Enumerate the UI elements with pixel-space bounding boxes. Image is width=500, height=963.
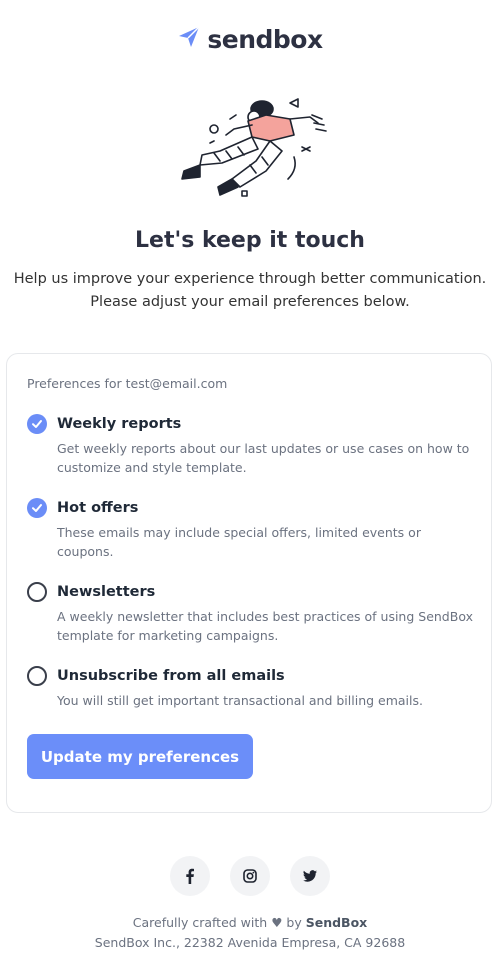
- option-desc-line: coupons.: [57, 544, 114, 559]
- heart-icon: ♥: [271, 915, 283, 930]
- page-title: Let's keep it touch: [135, 228, 365, 253]
- twitter-icon[interactable]: [290, 856, 330, 896]
- option-unsubscribe-all[interactable]: Unsubscribe from all emails You will sti…: [27, 665, 477, 710]
- preferences-label: Preferences for test@email.com: [27, 376, 228, 391]
- hero-illustration: [170, 95, 330, 205]
- preferences-card: Preferences for test@email.com Weekly re…: [6, 353, 492, 813]
- option-description: Get weekly reports about our last update…: [57, 439, 477, 477]
- option-weekly-reports[interactable]: Weekly reports Get weekly reports about …: [27, 413, 477, 477]
- option-desc-line: Get weekly reports about our last update…: [57, 441, 470, 456]
- intro-line: Please adjust your email preferences bel…: [90, 294, 410, 310]
- footer-credit-text: Carefully crafted with: [132, 915, 268, 930]
- instagram-icon[interactable]: [230, 856, 270, 896]
- facebook-icon[interactable]: [170, 856, 210, 896]
- option-title: Hot offers: [57, 500, 139, 516]
- option-desc-line: template for marketing campaigns.: [57, 628, 279, 643]
- checkbox-checked-icon[interactable]: [27, 414, 47, 434]
- option-description: You will still get important transaction…: [57, 691, 477, 710]
- intro-line: Help us improve your experience through …: [13, 271, 487, 287]
- checkbox-checked-icon[interactable]: [27, 498, 47, 518]
- option-newsletters[interactable]: Newsletters A weekly newsletter that inc…: [27, 581, 477, 645]
- option-desc-line: A weekly newsletter that includes best p…: [57, 609, 473, 624]
- option-title: Weekly reports: [57, 416, 182, 432]
- footer-address: SendBox Inc., 22382 Avenida Empresa, CA …: [94, 935, 406, 950]
- option-hot-offers[interactable]: Hot offers These emails may include spec…: [27, 497, 477, 561]
- option-title: Newsletters: [57, 584, 156, 600]
- option-desc-line: These emails may include special offers,…: [57, 525, 421, 540]
- option-desc-line: customize and style template.: [57, 460, 247, 475]
- option-description: These emails may include special offers,…: [57, 523, 477, 561]
- paper-plane-icon: [177, 25, 201, 53]
- checkbox-unchecked-icon[interactable]: [27, 666, 47, 686]
- checkbox-unchecked-icon[interactable]: [27, 582, 47, 602]
- footer-credit: Carefully crafted with ♥ by SendBox: [0, 915, 500, 930]
- option-desc-line: You will still get important transaction…: [57, 693, 423, 708]
- brand-logo[interactable]: sendbox: [0, 22, 500, 56]
- brand-name: sendbox: [207, 24, 323, 54]
- footer-brand-link[interactable]: SendBox: [306, 915, 368, 930]
- social-links: [0, 856, 500, 896]
- update-preferences-button[interactable]: Update my preferences: [27, 734, 253, 779]
- option-description: A weekly newsletter that includes best p…: [57, 607, 477, 645]
- footer-credit-by: by: [286, 915, 302, 930]
- intro-text: Help us improve your experience through …: [0, 268, 500, 314]
- option-title: Unsubscribe from all emails: [57, 668, 285, 684]
